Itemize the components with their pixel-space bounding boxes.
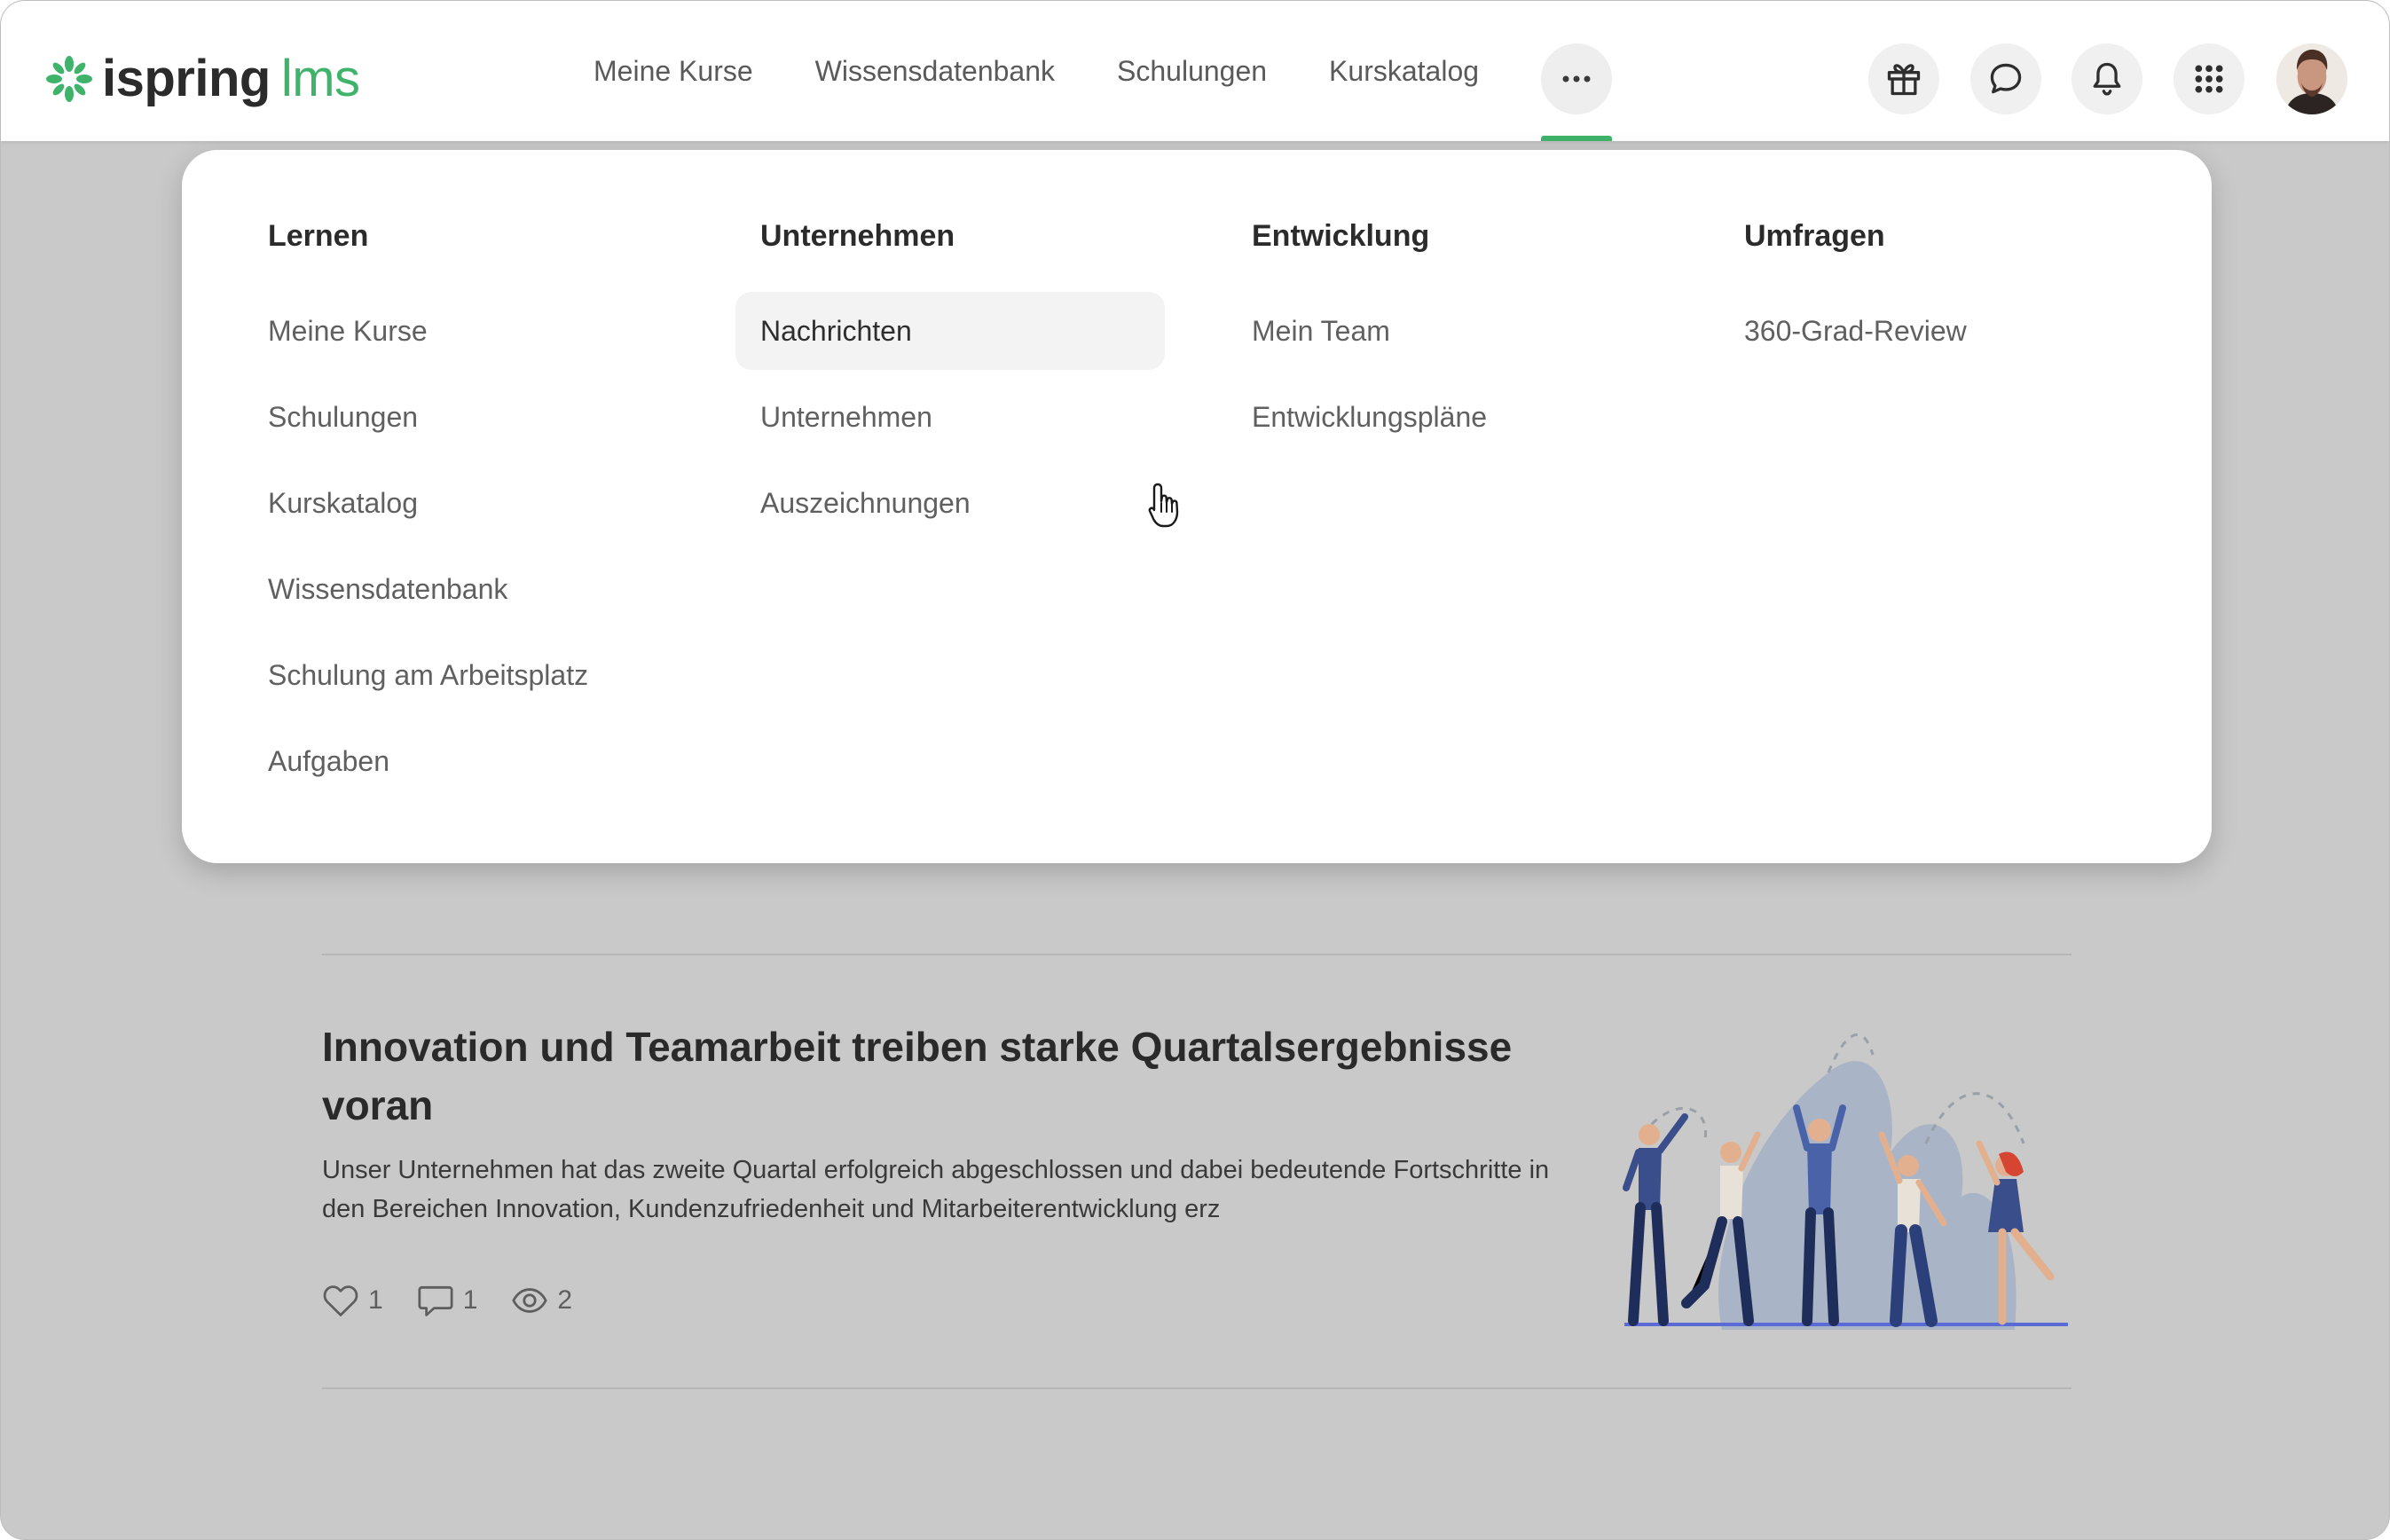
comment-icon: [418, 1285, 453, 1316]
nav-schulungen[interactable]: Schulungen: [1117, 55, 1267, 88]
ispring-lms-logo[interactable]: ispring lms: [45, 49, 360, 109]
nav-kurskatalog[interactable]: Kurskatalog: [1329, 55, 1479, 88]
comment-count: 1: [462, 1285, 478, 1315]
menu-heading-umfragen: Umfragen: [1744, 219, 1885, 253]
person-1: [1623, 1113, 1688, 1326]
logo-flower-icon: [46, 56, 92, 102]
article-stats: 1 1 2: [322, 1284, 606, 1317]
more-dropdown-menu: Lernen Meine Kurse Schulungen Kurskatalo…: [182, 150, 2212, 863]
main-nav: Meine Kurse Wissensdatenbank Schulungen …: [594, 1, 1541, 141]
menu-heading-lernen: Lernen: [268, 219, 369, 253]
app-window: Innovation und Teamarbeit treiben starke…: [0, 0, 2390, 1540]
comment-stat[interactable]: 1: [417, 1284, 478, 1317]
more-dots-icon: [1562, 75, 1591, 82]
gift-icon: [1887, 64, 1921, 96]
like-stat[interactable]: 1: [322, 1284, 383, 1317]
menu-heading-entwicklung: Entwicklung: [1252, 219, 1430, 253]
menu-item-wissensdatenbank[interactable]: Wissensdatenbank: [243, 550, 672, 628]
article-title[interactable]: Innovation und Teamarbeit treiben starke…: [322, 1018, 1564, 1135]
logo-brand-text: ispring: [102, 50, 271, 107]
menu-column-umfragen: Umfragen 360-Grad-Review: [1744, 216, 2188, 378]
nav-meine-kurse[interactable]: Meine Kurse: [594, 55, 753, 88]
logo-product-text: lms: [280, 50, 360, 107]
menu-item-auszeichnungen[interactable]: Auszeichnungen: [735, 464, 1165, 542]
team-celebration-illustration: [1623, 1033, 2068, 1330]
user-avatar[interactable]: [2276, 43, 2347, 114]
view-stat: 2: [511, 1284, 572, 1317]
bell-icon: [2093, 62, 2121, 96]
menu-item-360-grad-review[interactable]: 360-Grad-Review: [1719, 292, 2149, 370]
menu-item-aufgaben[interactable]: Aufgaben: [243, 722, 672, 800]
menu-item-unternehmen[interactable]: Unternehmen: [735, 378, 1165, 456]
article-excerpt: Unser Unternehmen hat das zweite Quartal…: [322, 1156, 1550, 1223]
menu-column-unternehmen: Unternehmen Nachrichten Unternehmen Ausz…: [735, 216, 1204, 550]
chat-button[interactable]: [1970, 43, 2041, 114]
menu-item-schulungen[interactable]: Schulungen: [243, 378, 672, 456]
view-count: 2: [557, 1285, 573, 1315]
chat-icon: [1990, 63, 2022, 94]
hand-cursor-icon: [1148, 483, 1179, 528]
article-divider-bottom: [322, 1387, 2072, 1389]
heart-icon: [323, 1285, 358, 1316]
active-tab-indicator: [1541, 136, 1612, 141]
menu-item-schulung-am-arbeitsplatz[interactable]: Schulung am Arbeitsplatz: [243, 636, 672, 714]
notifications-button[interactable]: [2072, 43, 2142, 114]
gift-button[interactable]: [1868, 43, 1939, 114]
top-header: ispring lms Meine Kurse Wissensdatenbank …: [1, 1, 2389, 141]
menu-column-lernen: Lernen Meine Kurse Schulungen Kurskatalo…: [268, 216, 711, 808]
menu-item-nachrichten[interactable]: Nachrichten: [735, 292, 1165, 370]
menu-item-kurskatalog[interactable]: Kurskatalog: [243, 464, 672, 542]
menu-heading-unternehmen: Unternehmen: [760, 219, 955, 253]
nav-wissensdatenbank[interactable]: Wissensdatenbank: [815, 55, 1055, 88]
apps-grid-icon: [2195, 65, 2223, 93]
menu-item-entwicklungsplaene[interactable]: Entwicklungspläne: [1227, 378, 1656, 456]
article-divider-top: [322, 954, 2072, 955]
user-photo: [2276, 43, 2347, 114]
eye-icon: [512, 1288, 548, 1313]
more-menu-button[interactable]: [1541, 43, 1612, 114]
menu-item-meine-kurse[interactable]: Meine Kurse: [243, 292, 672, 370]
menu-item-mein-team[interactable]: Mein Team: [1227, 292, 1656, 370]
like-count: 1: [368, 1285, 383, 1315]
apps-button[interactable]: [2174, 43, 2245, 114]
menu-column-entwicklung: Entwicklung Mein Team Entwicklungspläne: [1252, 216, 1695, 464]
